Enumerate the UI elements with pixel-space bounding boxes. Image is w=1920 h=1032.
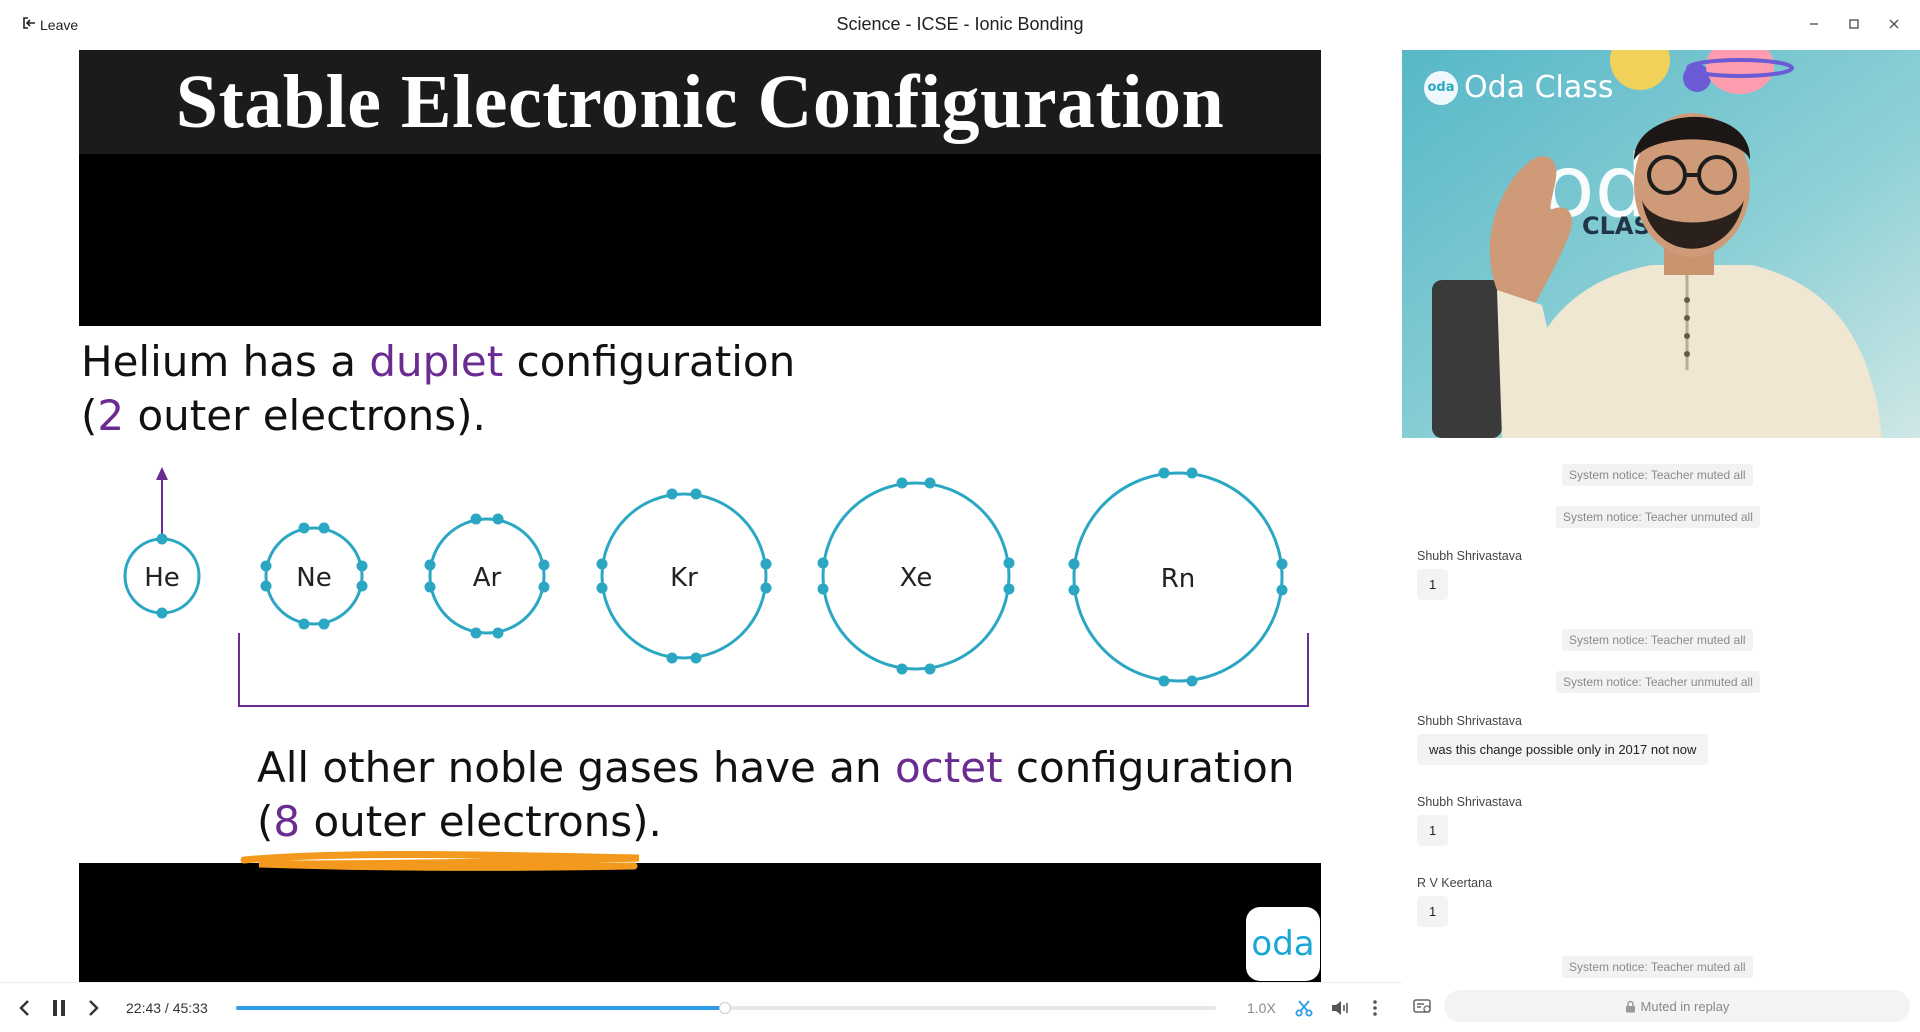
- atom-kr: Kr: [596, 488, 772, 664]
- atom-he: He: [123, 533, 201, 619]
- atom-label: Rn: [1161, 564, 1196, 594]
- atom-label: Ne: [296, 563, 331, 593]
- atom-ar: Ar: [424, 513, 550, 639]
- message-author: Shubh Shrivastava: [1417, 549, 1522, 563]
- slide-title: Stable Electronic Configuration: [175, 59, 1225, 144]
- atom-xe: Xe: [817, 477, 1015, 675]
- volume-icon: [1332, 1001, 1348, 1015]
- next-button[interactable]: [84, 997, 104, 1019]
- pause-icon: [53, 1000, 65, 1016]
- leave-button[interactable]: Leave: [22, 16, 78, 33]
- message-bubble: 1: [1417, 896, 1449, 927]
- duplet-arrow: [156, 467, 168, 538]
- oda-badge-icon: oda: [1424, 70, 1458, 105]
- close-button[interactable]: [1884, 14, 1904, 34]
- chevron-left-icon: [19, 1000, 29, 1016]
- atom-rn: Rn: [1068, 467, 1288, 687]
- system-notice: System notice: Teacher muted all: [1562, 629, 1753, 651]
- atom-label: Kr: [670, 563, 698, 593]
- octet-line-1: All other noble gases have an octet conf…: [257, 743, 1295, 792]
- minimize-button[interactable]: [1804, 14, 1824, 34]
- player-controls: 22:43 / 45:33 1.0X: [0, 982, 1402, 1032]
- playback-speed[interactable]: 1.0X: [1247, 1000, 1276, 1016]
- leave-label: Leave: [40, 16, 79, 33]
- scissors-icon: [1295, 1000, 1313, 1017]
- chat-input-placeholder: Muted in replay: [1640, 998, 1730, 1014]
- lock-icon: [1625, 1000, 1635, 1012]
- chat-panel[interactable]: System notice: Teacher muted all System …: [1402, 438, 1920, 982]
- lesson-video[interactable]: Stable Electronic Configuration Helium h…: [79, 50, 1321, 982]
- previous-button[interactable]: [14, 997, 34, 1019]
- system-notice: System notice: Teacher unmuted all: [1556, 671, 1760, 693]
- message-author: Shubh Shrivastava: [1417, 795, 1522, 809]
- close-icon: [1889, 19, 1899, 29]
- pause-button[interactable]: [48, 997, 70, 1019]
- chevron-right-icon: [89, 1000, 99, 1016]
- atom-label: He: [144, 563, 180, 593]
- more-options-button[interactable]: [1364, 997, 1386, 1019]
- chat-input[interactable]: Muted in replay: [1444, 990, 1910, 1022]
- maximize-button[interactable]: [1844, 14, 1864, 34]
- message-bubble: 1: [1417, 569, 1449, 600]
- system-notice: System notice: Teacher muted all: [1562, 464, 1753, 486]
- chat-settings-icon: [1413, 999, 1431, 1013]
- seek-bar[interactable]: [236, 1002, 1216, 1014]
- replay-window: Leave Science - ICSE - Ionic Bonding Sta…: [0, 0, 1920, 1032]
- highlighter-stroke: [240, 851, 640, 871]
- system-notice: System notice: Teacher unmuted all: [1556, 506, 1760, 528]
- message-bubble: 1: [1417, 815, 1449, 846]
- maximize-icon: [1849, 19, 1859, 29]
- octet-bracket: [238, 633, 1309, 707]
- cam-brand: oda Oda Class: [1424, 70, 1614, 105]
- atom-ne: Ne: [260, 522, 368, 630]
- more-vertical-icon: [1373, 1000, 1377, 1016]
- seek-handle[interactable]: [719, 1002, 732, 1014]
- slide-title-band: Stable Electronic Configuration: [79, 50, 1321, 154]
- teacher-video: od CLASS oda Oda Class: [1402, 50, 1920, 438]
- title-bar: Leave Science - ICSE - Ionic Bonding: [0, 0, 1920, 50]
- chat-settings-button[interactable]: [1412, 996, 1434, 1018]
- slide-content: Helium has a duplet configuration (2 out…: [79, 326, 1321, 863]
- oda-logo: oda: [1246, 907, 1320, 981]
- message-author: R V Keertana: [1417, 876, 1493, 890]
- atom-label: Ar: [473, 563, 502, 593]
- clip-button[interactable]: [1292, 997, 1316, 1019]
- atom-label: Xe: [900, 563, 933, 593]
- system-notice: System notice: Teacher muted all: [1562, 956, 1753, 978]
- octet-line-2: (8 outer electrons).: [257, 797, 662, 846]
- minimize-icon: [1810, 23, 1818, 25]
- message-bubble: was this change possible only in 2017 no…: [1417, 734, 1709, 765]
- teacher-video-frame: od CLASS: [1402, 50, 1920, 438]
- cam-brand-text: Oda Class: [1464, 70, 1614, 105]
- playback-time: 22:43 / 45:33: [126, 1000, 208, 1016]
- message-author: Shubh Shrivastava: [1417, 714, 1522, 728]
- seek-progress: [236, 1006, 726, 1010]
- window-title: Science - ICSE - Ionic Bonding: [836, 14, 1084, 34]
- chat-input-bar: Muted in replay: [1402, 982, 1920, 1032]
- volume-button[interactable]: [1328, 997, 1352, 1019]
- exit-icon: [22, 16, 36, 33]
